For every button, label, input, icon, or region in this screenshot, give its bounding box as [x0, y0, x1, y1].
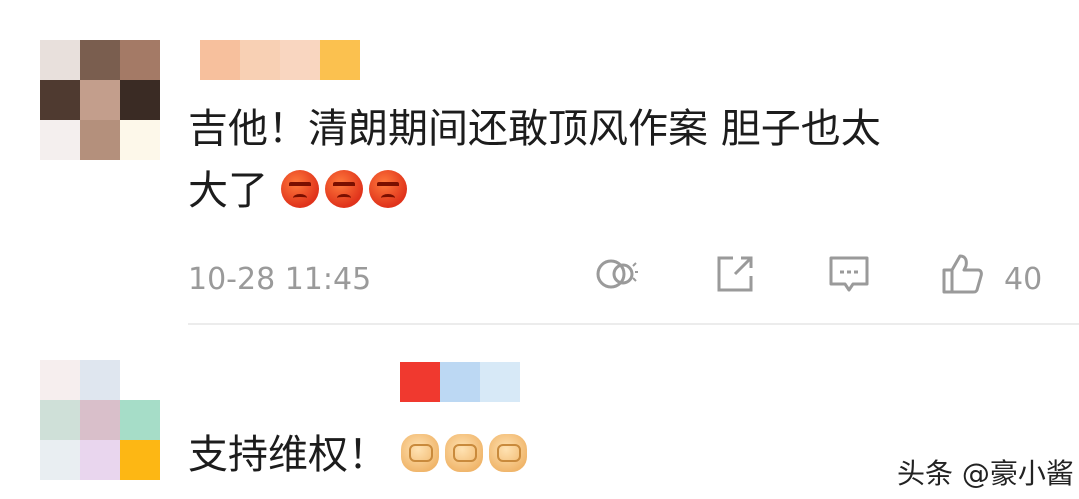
watermark: 头条 @豪小酱 [897, 457, 1074, 490]
fist-icon [444, 434, 483, 472]
divider [188, 323, 1079, 325]
avatar[interactable] [40, 40, 160, 160]
comment-text: 支持维权！ [188, 424, 888, 486]
fist-icon [400, 434, 439, 472]
angry-face-icon [280, 170, 319, 208]
timestamp: 10-28 11:45 [188, 262, 372, 297]
angry-face-icon [324, 170, 363, 208]
avatar[interactable] [40, 360, 160, 480]
like-icon[interactable] [940, 252, 984, 296]
comment-text: 吉他！清朗期间还敢顶风作案 胆子也太 大了 [188, 98, 1048, 222]
comment-text-line1: 吉他！清朗期间还敢顶风作案 胆子也太 [188, 106, 881, 152]
share-icon[interactable] [713, 252, 757, 296]
like-count: 40 [1004, 262, 1043, 297]
angry-face-icon [368, 170, 407, 208]
comment-text-line1: 支持维权！ [188, 432, 388, 478]
comment-text-line2: 大了 [188, 168, 268, 214]
fist-icon [488, 434, 527, 472]
username-redacted[interactable] [200, 40, 360, 80]
repost-icon[interactable] [595, 252, 639, 296]
comment-icon[interactable] [827, 252, 871, 296]
username-redacted[interactable] [400, 362, 520, 402]
